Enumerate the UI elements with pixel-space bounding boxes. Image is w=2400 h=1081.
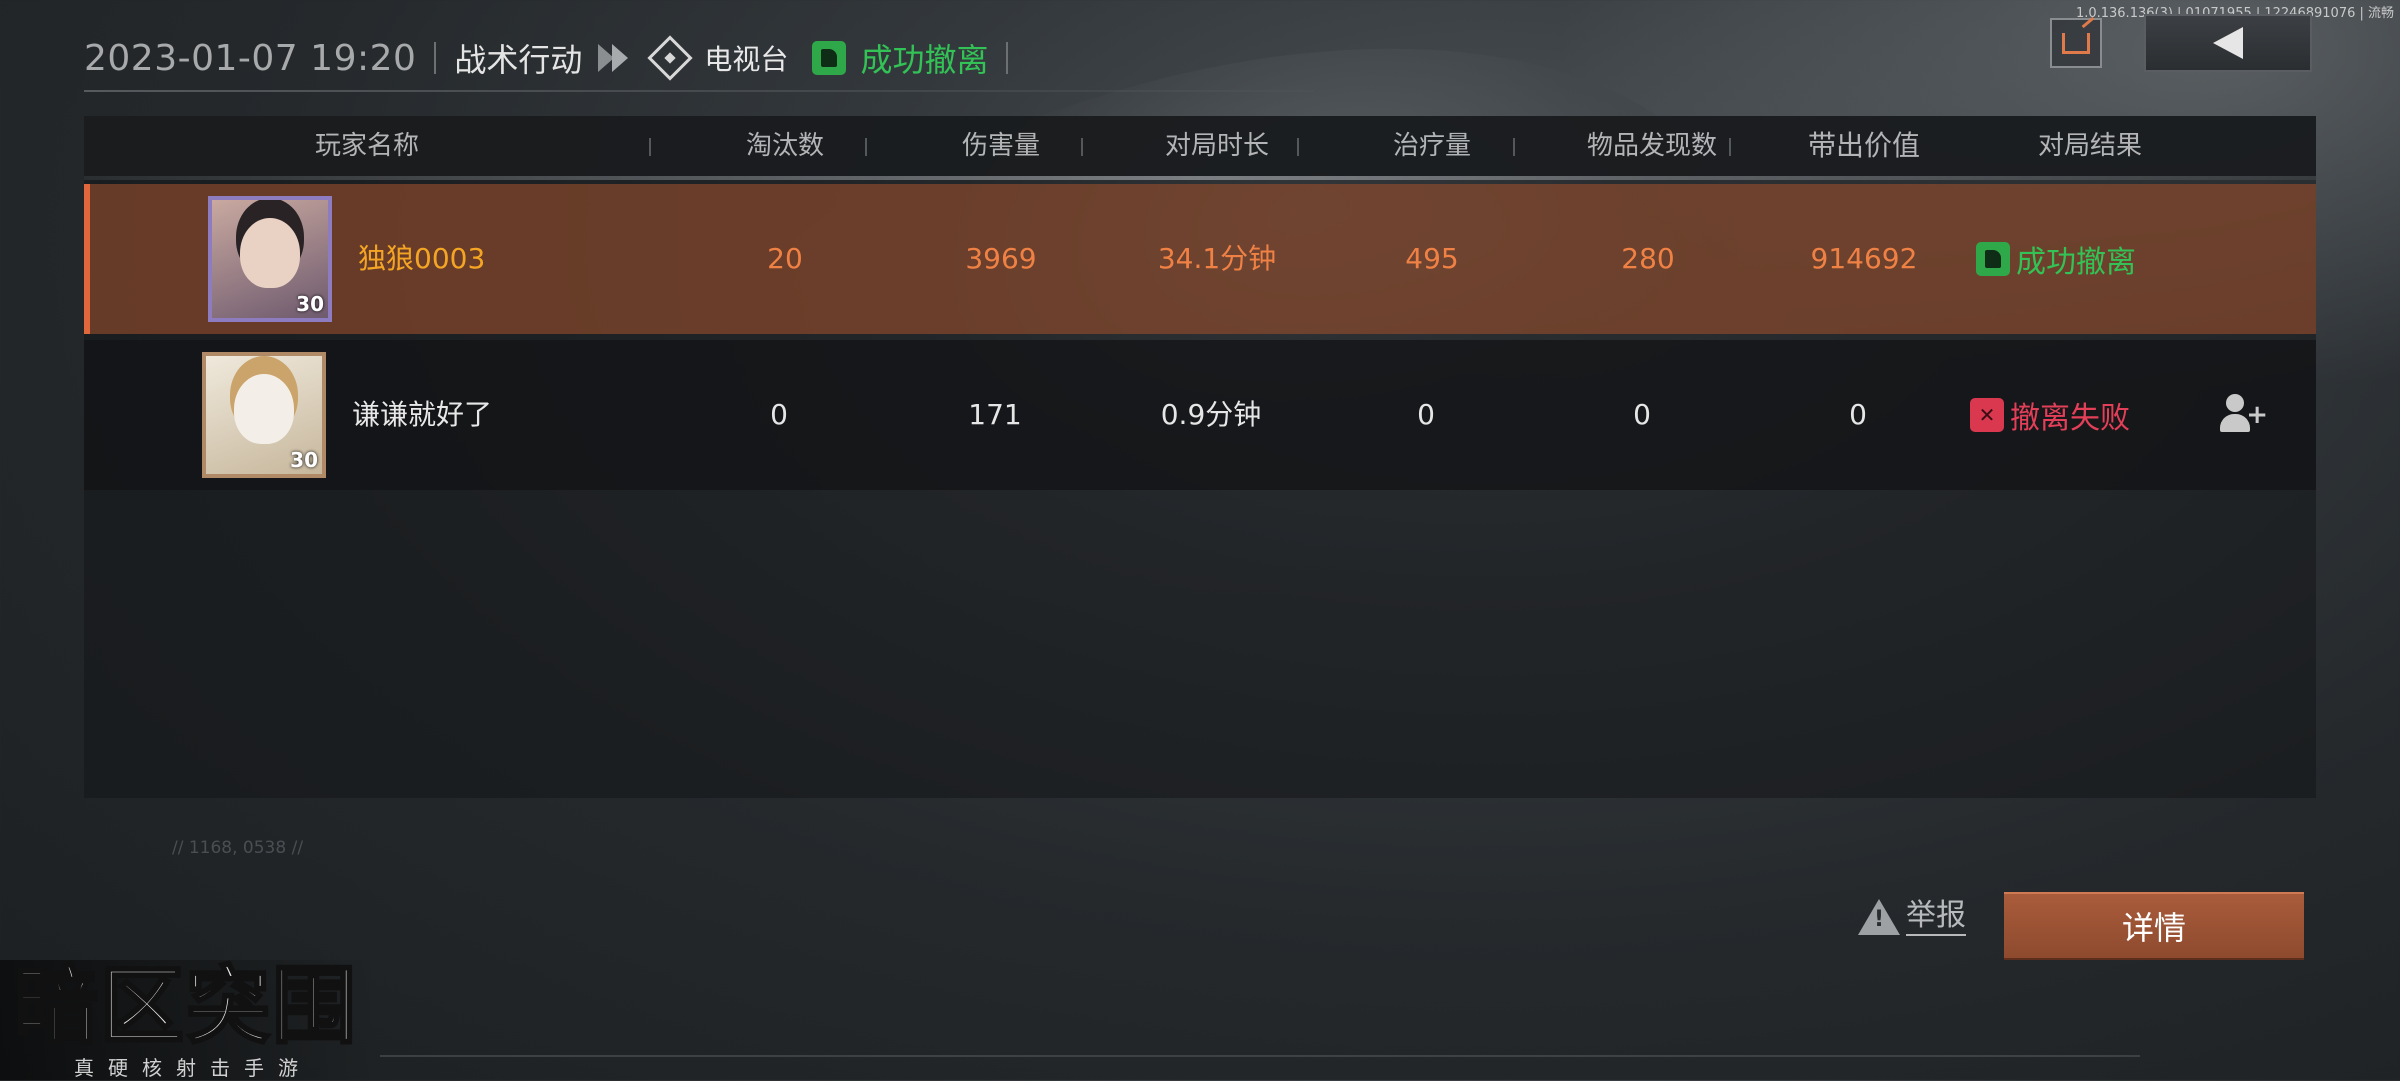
duration-value: 0.9分钟 <box>1160 398 1262 431</box>
report-button[interactable]: 举报 <box>1858 898 1966 936</box>
match-map: 电视台 <box>704 43 789 76</box>
column-header-value: 带出价值 <box>1807 129 1920 162</box>
warning-icon <box>1858 899 1900 935</box>
add-friend-icon <box>2226 394 2244 412</box>
double-chevron-icon <box>598 44 629 72</box>
player-level: 30 <box>290 448 318 472</box>
column-header-player: 玩家名称 <box>314 131 419 161</box>
damage-value: 171 <box>968 398 1022 431</box>
share-button[interactable] <box>2050 18 2102 68</box>
result-label: 成功撤离 <box>2016 245 2136 280</box>
column-header-duration: 对局时长 <box>1164 131 1269 161</box>
match-mode: 战术行动 <box>454 41 583 79</box>
column-header-healing: 治疗量 <box>1392 131 1471 161</box>
back-arrow-icon <box>2213 27 2243 59</box>
thumb-up-icon <box>812 41 847 75</box>
map-diamond-icon <box>647 35 694 81</box>
header-divider <box>649 138 651 156</box>
table-row-teammate[interactable]: 30 谦谦就好了 0 171 0.9分钟 0 0 0 撤离失败 + <box>84 340 2316 490</box>
match-stats-table: 玩家名称 淘汰数 伤害量 对局时长 治疗量 物品发现数 带出价值 对局结果 30… <box>84 116 2316 798</box>
details-button[interactable]: 详情 <box>2004 892 2304 958</box>
logo-title: 暗区突围 <box>12 957 359 1055</box>
avatar-portrait <box>240 218 300 288</box>
extracted-value: 0 <box>1849 398 1867 431</box>
add-friend-icon-plus: + <box>2246 400 2268 430</box>
footer-divider <box>380 1055 2140 1057</box>
items-found-value: 0 <box>1633 398 1651 431</box>
column-header-kills: 淘汰数 <box>745 131 824 161</box>
header-divider <box>1513 138 1515 156</box>
table-row-player-self[interactable]: 30 独狼0003 20 3969 34.1分钟 495 280 914692 … <box>84 184 2316 334</box>
header-divider <box>1006 42 1009 74</box>
player-level: 30 <box>296 292 324 316</box>
header-divider <box>865 138 867 156</box>
kills-value: 0 <box>770 398 788 431</box>
share-icon <box>2062 32 2090 54</box>
damage-value: 3969 <box>965 242 1037 275</box>
thumb-up-icon <box>1976 242 2010 276</box>
items-found-value: 280 <box>1621 242 1675 275</box>
duration-value: 34.1分钟 <box>1157 242 1277 275</box>
result-success: 成功撤离 <box>1976 184 2136 334</box>
result-fail: 撤离失败 <box>1970 340 2130 490</box>
extracted-value: 914692 <box>1810 242 1918 275</box>
match-datetime: 2023-01-07 19:20 <box>84 37 417 79</box>
logo-subtitle: 真硬核射击手游 <box>74 1056 312 1080</box>
game-logo: 暗区突围 真硬核射击手游 <box>0 957 380 1080</box>
table-header: 玩家名称 淘汰数 伤害量 对局时长 治疗量 物品发现数 带出价值 对局结果 <box>84 116 2316 180</box>
coordinates-readout: // 1168, 0538 // <box>172 838 304 858</box>
match-header: 2023-01-07 19:20 战术行动 电视台 成功撤离 <box>84 30 1016 86</box>
column-header-result: 对局结果 <box>2037 131 2142 161</box>
header-divider <box>1729 138 1731 156</box>
healing-value: 0 <box>1417 398 1435 431</box>
fail-icon <box>1970 398 2004 432</box>
column-header-damage: 伤害量 <box>961 131 1040 161</box>
report-label: 举报 <box>1906 898 1966 936</box>
back-button[interactable] <box>2144 14 2312 72</box>
column-header-items-found: 物品发现数 <box>1586 131 1717 161</box>
header-divider <box>1081 138 1083 156</box>
avatar-portrait <box>234 374 294 444</box>
header-divider <box>434 42 437 74</box>
avatar[interactable]: 30 <box>202 352 326 478</box>
avatar[interactable]: 30 <box>208 196 332 322</box>
add-friend-button[interactable]: + <box>2220 392 2268 436</box>
header-glow-line <box>84 176 2316 180</box>
player-name: 谦谦就好了 <box>352 398 493 431</box>
player-name: 独狼0003 <box>358 242 486 275</box>
healing-value: 495 <box>1405 242 1459 275</box>
header-underline <box>84 90 1314 92</box>
header-divider <box>1297 138 1299 156</box>
kills-value: 20 <box>767 242 803 275</box>
match-status: 成功撤离 <box>860 41 989 79</box>
result-label: 撤离失败 <box>2010 401 2130 436</box>
